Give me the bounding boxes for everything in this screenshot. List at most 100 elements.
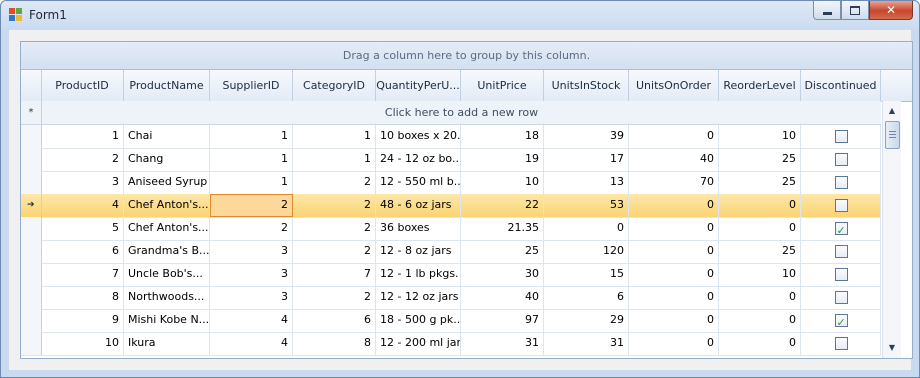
discontinued-checkbox[interactable] [834, 153, 848, 166]
column-header-categoryid[interactable]: CategoryID [293, 70, 376, 101]
column-header-unitsinstock[interactable]: UnitsInStock [544, 70, 629, 101]
cell-supplierid[interactable]: 4 [210, 309, 293, 332]
cell-categoryid[interactable]: 1 [293, 125, 376, 148]
cell-productid[interactable]: 10 [41, 332, 124, 355]
cell-productid[interactable]: 6 [41, 240, 124, 263]
table-row[interactable]: ➔ 4 Chef Anton's... 2 2 48 - 6 oz jars 22 53 0 0 [21, 194, 881, 218]
cell-supplierid[interactable]: 4 [210, 332, 293, 355]
cell-productid[interactable]: 8 [41, 286, 124, 309]
table-row[interactable]: 6 Grandma's B... 3 2 12 - 8 oz jars 25 120 0 25 [21, 240, 881, 264]
row-indicator[interactable] [21, 309, 42, 332]
cell-reorderlevel[interactable]: 0 [719, 194, 801, 217]
cell-unitprice[interactable]: 22 [461, 194, 544, 217]
cell-unitsinstock[interactable]: 15 [544, 263, 629, 286]
table-row[interactable]: 10 Ikura 4 8 12 - 200 ml jars 31 31 0 0 [21, 332, 881, 356]
cell-reorderlevel[interactable]: 0 [719, 217, 801, 240]
cell-productname[interactable]: Northwoods... [124, 286, 210, 309]
discontinued-checkbox[interactable] [834, 337, 848, 350]
cell-productname[interactable]: Aniseed Syrup [124, 171, 210, 194]
new-row[interactable]: * Click here to add a new row [21, 101, 881, 125]
table-row[interactable]: 7 Uncle Bob's... 3 7 12 - 1 lb pkgs. 30 15 0 10 [21, 263, 881, 287]
cell-unitsonorder[interactable]: 0 [629, 309, 719, 332]
cell-quantityperunit[interactable]: 12 - 550 ml b... [376, 171, 461, 194]
data-grid[interactable]: Drag a column here to group by this colu… [20, 41, 913, 359]
cell-unitsonorder[interactable]: 0 [629, 240, 719, 263]
cell-productname[interactable]: Chef Anton's... [124, 194, 210, 217]
cell-quantityperunit[interactable]: 48 - 6 oz jars [376, 194, 461, 217]
cell-supplierid[interactable]: 2 [210, 194, 293, 217]
cell-productname[interactable]: Uncle Bob's... [124, 263, 210, 286]
cell-productname[interactable]: Chai [124, 125, 210, 148]
table-row[interactable]: 8 Northwoods... 3 2 12 - 12 oz jars 40 6 0 0 [21, 286, 881, 310]
cell-quantityperunit[interactable]: 36 boxes [376, 217, 461, 240]
discontinued-checkbox[interactable] [834, 245, 848, 258]
table-row[interactable]: 5 Chef Anton's... 2 2 36 boxes 21.35 0 0 0 [21, 217, 881, 241]
cell-unitprice[interactable]: 19 [461, 148, 544, 171]
cell-discontinued[interactable] [801, 286, 881, 309]
cell-categoryid[interactable]: 2 [293, 217, 376, 240]
cell-unitsonorder[interactable]: 0 [629, 125, 719, 148]
close-button[interactable]: ✕ [869, 1, 913, 20]
cell-unitsinstock[interactable]: 120 [544, 240, 629, 263]
cell-categoryid[interactable]: 7 [293, 263, 376, 286]
cell-supplierid[interactable]: 1 [210, 148, 293, 171]
cell-unitsonorder[interactable]: 0 [629, 263, 719, 286]
cell-unitprice[interactable]: 97 [461, 309, 544, 332]
cell-unitprice[interactable]: 40 [461, 286, 544, 309]
cell-unitsonorder[interactable]: 40 [629, 148, 719, 171]
cell-quantityperunit[interactable]: 12 - 12 oz jars [376, 286, 461, 309]
column-header-unitsonorder[interactable]: UnitsOnOrder [629, 70, 719, 101]
cell-reorderlevel[interactable]: 25 [719, 171, 801, 194]
cell-unitsinstock[interactable]: 31 [544, 332, 629, 355]
cell-quantityperunit[interactable]: 18 - 500 g pk... [376, 309, 461, 332]
header-corner[interactable] [21, 70, 42, 101]
cell-discontinued[interactable] [801, 263, 881, 286]
column-header-productid[interactable]: ProductID [41, 70, 124, 101]
cell-productname[interactable]: Chang [124, 148, 210, 171]
discontinued-checkbox[interactable] [834, 220, 848, 240]
discontinued-checkbox[interactable] [834, 268, 848, 281]
cell-supplierid[interactable]: 2 [210, 217, 293, 240]
cell-unitprice[interactable]: 31 [461, 332, 544, 355]
column-header-reorderlevel[interactable]: ReorderLevel [719, 70, 801, 101]
cell-discontinued[interactable] [801, 309, 881, 332]
cell-reorderlevel[interactable]: 0 [719, 309, 801, 332]
cell-productname[interactable]: Mishi Kobe N... [124, 309, 210, 332]
cell-reorderlevel[interactable]: 0 [719, 332, 801, 355]
cell-quantityperunit[interactable]: 24 - 12 oz bo... [376, 148, 461, 171]
row-indicator[interactable] [21, 125, 42, 148]
discontinued-checkbox[interactable] [834, 199, 848, 212]
app-icon[interactable] [9, 8, 23, 22]
table-row[interactable]: 3 Aniseed Syrup 1 2 12 - 550 ml b... 10 13 70 25 [21, 171, 881, 195]
cell-quantityperunit[interactable]: 12 - 1 lb pkgs. [376, 263, 461, 286]
cell-quantityperunit[interactable]: 10 boxes x 20... [376, 125, 461, 148]
row-indicator[interactable] [21, 263, 42, 286]
cell-discontinued[interactable] [801, 217, 881, 240]
discontinued-checkbox[interactable] [834, 176, 848, 189]
cell-productname[interactable]: Ikura [124, 332, 210, 355]
cell-categoryid[interactable]: 6 [293, 309, 376, 332]
cell-supplierid[interactable]: 3 [210, 286, 293, 309]
cell-unitsinstock[interactable]: 39 [544, 125, 629, 148]
cell-productname[interactable]: Chef Anton's... [124, 217, 210, 240]
cell-productname[interactable]: Grandma's B... [124, 240, 210, 263]
cell-unitsonorder[interactable]: 0 [629, 332, 719, 355]
table-row[interactable]: 2 Chang 1 1 24 - 12 oz bo... 19 17 40 25 [21, 148, 881, 172]
cell-categoryid[interactable]: 8 [293, 332, 376, 355]
cell-unitsonorder[interactable]: 0 [629, 217, 719, 240]
cell-reorderlevel[interactable]: 10 [719, 263, 801, 286]
cell-discontinued[interactable] [801, 125, 881, 148]
cell-productid[interactable]: 9 [41, 309, 124, 332]
cell-discontinued[interactable] [801, 240, 881, 263]
scroll-thumb[interactable] [885, 121, 900, 149]
cell-categoryid[interactable]: 2 [293, 171, 376, 194]
cell-reorderlevel[interactable]: 25 [719, 240, 801, 263]
table-row[interactable]: 1 Chai 1 1 10 boxes x 20... 18 39 0 10 [21, 125, 881, 149]
cell-unitsonorder[interactable]: 0 [629, 286, 719, 309]
maximize-button[interactable] [841, 1, 869, 20]
new-row-label[interactable]: Click here to add a new row [42, 101, 881, 124]
row-indicator[interactable] [21, 217, 42, 240]
cell-discontinued[interactable] [801, 332, 881, 355]
cell-reorderlevel[interactable]: 25 [719, 148, 801, 171]
cell-productid[interactable]: 3 [41, 171, 124, 194]
